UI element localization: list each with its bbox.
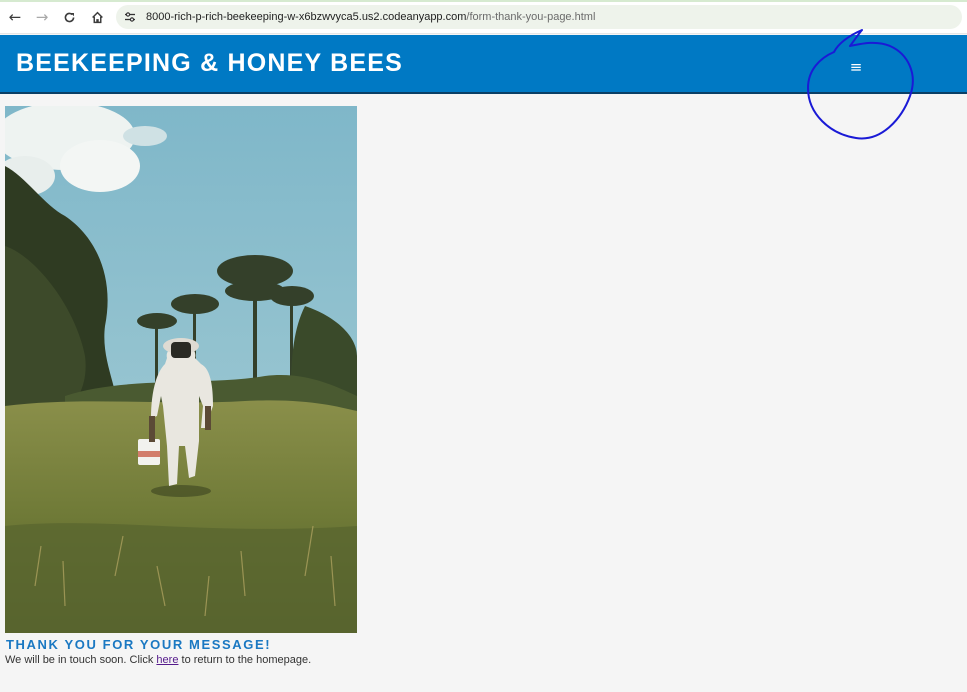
home-button[interactable] — [85, 5, 109, 29]
forward-button[interactable]: → — [30, 5, 54, 29]
arrow-left-icon: ← — [8, 8, 22, 26]
thank-you-text: We will be in touch soon. Click here to … — [5, 654, 311, 666]
thank-you-text-after: to return to the homepage. — [178, 654, 312, 666]
arrow-right-icon: → — [35, 8, 49, 26]
site-info-button[interactable] — [120, 7, 140, 27]
home-icon — [91, 11, 103, 23]
url-text[interactable]: 8000-rich-p-rich-beekeeping-w-x6bzwvyca5… — [146, 11, 595, 23]
homepage-link[interactable]: here — [156, 654, 178, 666]
back-button[interactable]: ← — [3, 5, 27, 29]
reload-button[interactable] — [57, 5, 81, 29]
site-header: BEEKEEPING & HONEY BEES ≡ — [0, 35, 967, 94]
address-bar[interactable]: 8000-rich-p-rich-beekeeping-w-x6bzwvyca5… — [116, 5, 962, 29]
beekeeper-walking-in-field-photo — [5, 106, 357, 633]
tune-icon — [125, 12, 135, 22]
thank-you-text-before: We will be in touch soon. Click — [5, 654, 157, 666]
url-path: /form-thank-you-page.html — [466, 11, 596, 23]
hamburger-menu-icon: ≡ — [849, 58, 863, 76]
browser-toolbar: ← → 8000-rich-p-rich-beekeeping-w-x6bzwv… — [0, 0, 967, 34]
reload-icon — [64, 12, 74, 22]
hero-image — [5, 106, 357, 633]
site-title[interactable]: BEEKEEPING & HONEY BEES — [16, 49, 403, 78]
thank-you-heading: THANK YOU FOR YOUR MESSAGE! — [6, 637, 272, 652]
url-host: 8000-rich-p-rich-beekeeping-w-x6bzwvyca5… — [146, 11, 467, 23]
menu-toggle-button[interactable]: ≡ — [846, 57, 866, 77]
